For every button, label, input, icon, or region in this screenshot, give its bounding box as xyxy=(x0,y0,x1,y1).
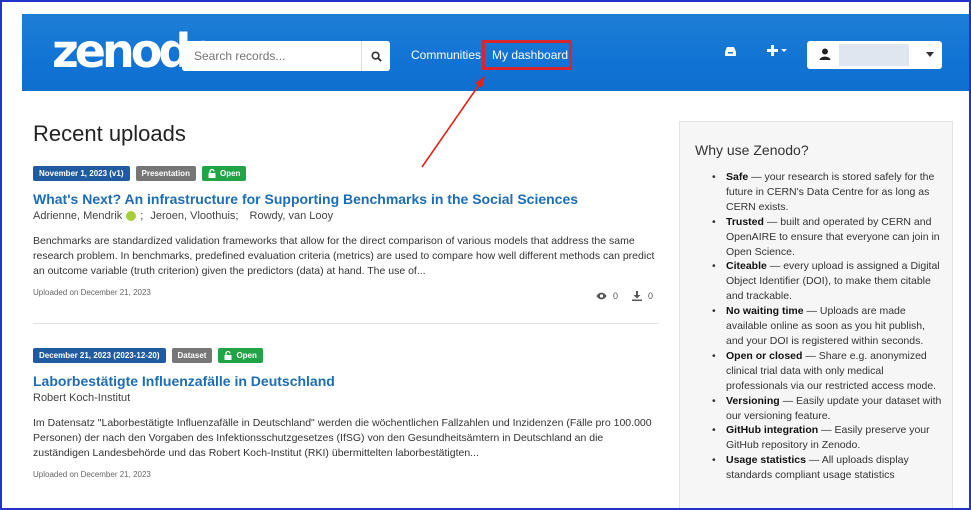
nav-communities[interactable]: Communities xyxy=(411,48,481,62)
panel-title: Why use Zenodo? xyxy=(695,142,809,158)
author-link[interactable]: Rowdy, van Looy xyxy=(250,210,334,222)
search-input[interactable] xyxy=(182,41,361,71)
search-box xyxy=(182,41,390,71)
list-item: Citeable — every upload is assigned a Di… xyxy=(712,259,944,304)
views-count: 0 xyxy=(612,291,618,301)
record-authors: Adrienne, Mendrik ; Jeroen, Vloothuis; R… xyxy=(33,210,334,222)
inbox-icon[interactable] xyxy=(724,44,737,60)
page-title: Recent uploads xyxy=(33,121,186,146)
plus-icon[interactable] xyxy=(767,44,789,60)
header-bar: zenodo Communities My dashboard xyxy=(22,14,969,91)
user-menu-button[interactable] xyxy=(807,41,942,69)
why-zenodo-panel: Why use Zenodo? Safe — your research is … xyxy=(679,121,953,508)
chevron-down-icon xyxy=(926,52,934,57)
user-icon xyxy=(819,48,831,60)
record-description: Im Datensatz "Laborbestätigte Influenzaf… xyxy=(33,417,652,459)
list-item: GitHub integration — Easily preserve you… xyxy=(712,423,944,453)
author-link[interactable]: Adrienne, Mendrik xyxy=(33,210,122,222)
author-link[interactable]: Jeroen, Vloothuis; xyxy=(150,210,238,222)
unlock-icon xyxy=(224,351,232,360)
date-badge: December 21, 2023 (2023-12-20) xyxy=(33,348,166,363)
divider xyxy=(33,323,659,324)
record-uploaded-date: Uploaded on December 21, 2023 xyxy=(33,288,151,297)
feature-list: Safe — your research is stored safely fo… xyxy=(712,170,944,483)
list-item: Open or closed — Share e.g. anonymized c… xyxy=(712,349,944,394)
record-stats: 0 0 xyxy=(596,291,653,301)
list-item: Trusted — built and operated by CERN and… xyxy=(712,215,944,260)
list-item: No waiting time — Uploads are made avail… xyxy=(712,304,944,349)
highlight-box xyxy=(482,40,572,70)
access-label: Open xyxy=(236,351,257,360)
record-item: December 21, 2023 (2023-12-20) Dataset O… xyxy=(33,348,659,479)
author-link[interactable]: Robert Koch-Institut xyxy=(33,392,130,404)
search-button[interactable] xyxy=(361,41,390,71)
download-icon xyxy=(631,291,642,301)
downloads-count: 0 xyxy=(647,291,653,301)
record-item: November 1, 2023 (v1) Presentation Open … xyxy=(33,166,659,301)
unlock-icon xyxy=(208,169,216,178)
screenshot-frame: zenodo Communities My dashboard xyxy=(0,0,971,510)
record-description: Benchmarks are standardized validation f… xyxy=(33,235,655,277)
access-label: Open xyxy=(219,169,241,178)
list-item: Versioning — Easily update your dataset … xyxy=(712,394,944,424)
type-badge: Dataset xyxy=(171,348,213,363)
search-icon xyxy=(370,50,382,62)
access-badge: Open xyxy=(201,166,247,181)
type-badge: Presentation xyxy=(135,166,196,181)
eye-icon xyxy=(596,292,607,300)
username-redacted xyxy=(839,44,909,66)
record-authors: Robert Koch-Institut xyxy=(33,392,659,404)
orcid-icon[interactable] xyxy=(126,211,137,221)
list-item: Usage statistics — All uploads display s… xyxy=(712,453,944,483)
date-badge: November 1, 2023 (v1) xyxy=(33,166,130,181)
record-title-link[interactable]: Laborbestätigte Influenzafälle in Deutsc… xyxy=(33,373,659,389)
record-title-link[interactable]: What's Next? An infrastructure for Suppo… xyxy=(33,191,659,207)
access-badge: Open xyxy=(218,348,263,363)
list-item: Safe — your research is stored safely fo… xyxy=(712,170,944,215)
record-uploaded-date: Uploaded on December 21, 2023 xyxy=(33,470,151,479)
